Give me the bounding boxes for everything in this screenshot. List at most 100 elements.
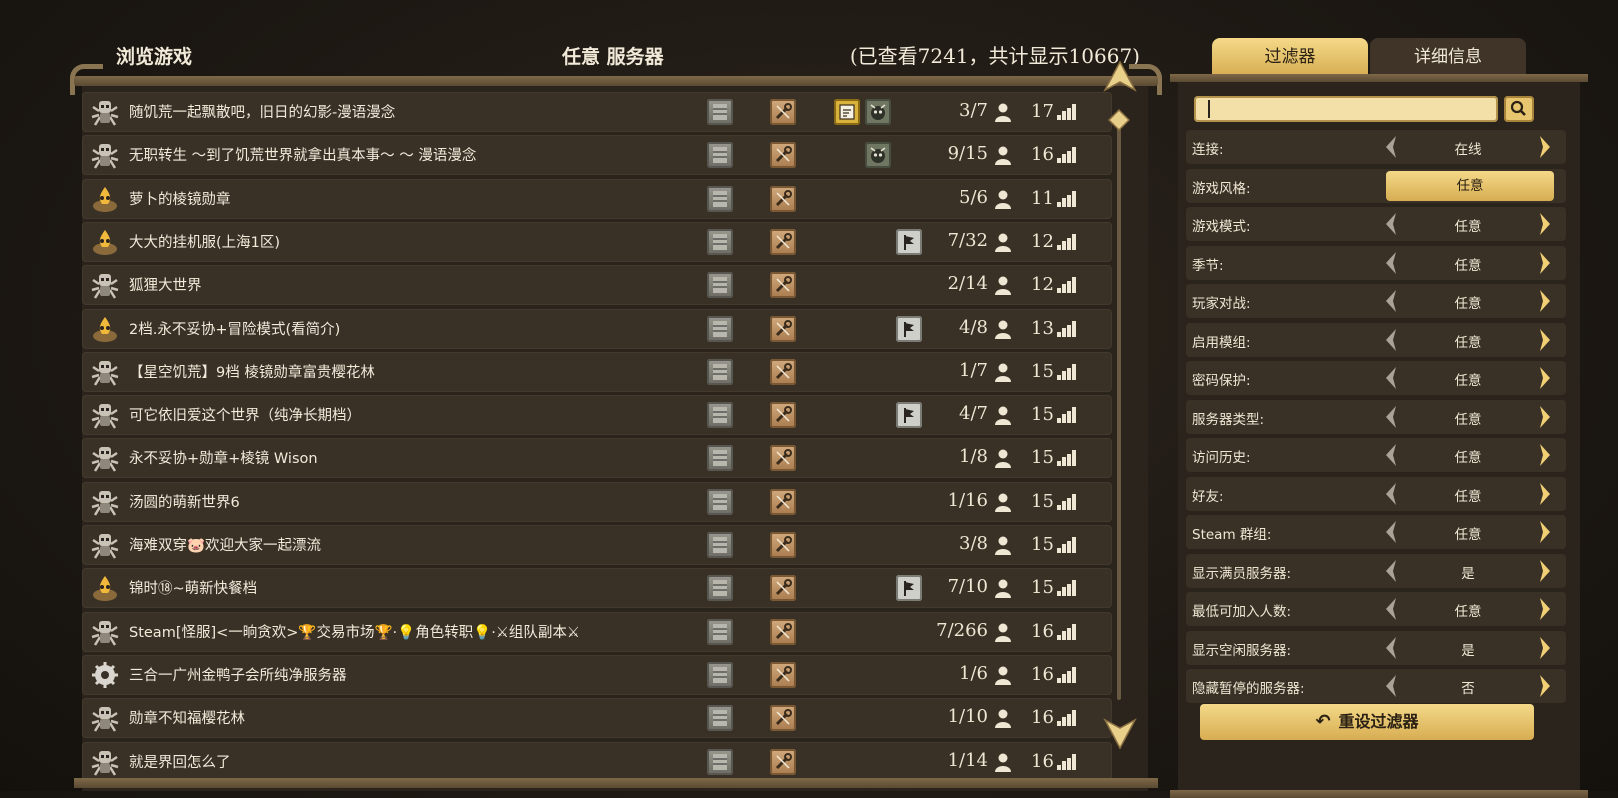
mods-wrench-icon — [770, 705, 796, 732]
arrow-left-icon[interactable] — [1384, 289, 1398, 313]
arrow-right-icon[interactable] — [1538, 520, 1552, 544]
reset-filters-button[interactable]: ↶ 重设过滤器 — [1200, 704, 1534, 740]
filter-value-selector[interactable]: 任意 — [1386, 170, 1554, 201]
server-row[interactable]: 无职转生 ～到了饥荒世界就拿出真本事～ ～ 漫语漫念 9/15 16 — [82, 135, 1112, 176]
arrow-left-icon[interactable] — [1384, 328, 1398, 352]
dedicated-server-icon — [707, 358, 733, 385]
arrow-left-icon[interactable] — [1384, 559, 1398, 583]
filter-row: 游戏模式: 任意 — [1186, 207, 1566, 241]
scroll-up-icon[interactable] — [1103, 60, 1137, 94]
server-days: 13 — [1031, 317, 1054, 339]
search-icon — [1510, 100, 1526, 116]
survival-mode-icon — [834, 99, 860, 125]
arrow-right-icon[interactable] — [1538, 366, 1552, 390]
arrow-right-icon[interactable] — [1538, 443, 1552, 467]
filter-row: 玩家对战: 任意 — [1186, 284, 1566, 318]
filter-value: 任意 — [1454, 219, 1482, 235]
server-days: 15 — [1031, 490, 1054, 512]
server-name: 海难双穿🐷欢迎大家一起漂流 — [129, 538, 322, 554]
dedicated-server-icon — [707, 185, 733, 212]
server-days: 16 — [1031, 663, 1054, 685]
arrow-right-icon[interactable] — [1538, 636, 1552, 660]
server-filter-summary: 任意 服务器 — [562, 46, 664, 68]
server-name: 可它依旧爱这个世界（纯净长期档） — [129, 408, 361, 425]
signal-strength-icon — [1057, 104, 1077, 120]
server-name: 汤圆的萌新世界6 — [129, 494, 240, 511]
scrollbar-thumb[interactable] — [1108, 109, 1130, 131]
tab-details[interactable]: 详细信息 — [1370, 38, 1526, 76]
arrow-left-icon[interactable] — [1384, 366, 1398, 390]
signal-strength-icon — [1057, 320, 1077, 337]
player-count: 1/6 — [959, 662, 988, 684]
arrow-right-icon[interactable] — [1538, 251, 1552, 275]
filter-row: 访问历史: 任意 — [1186, 438, 1566, 472]
arrow-left-icon[interactable] — [1384, 405, 1398, 429]
search-input[interactable] — [1194, 96, 1498, 122]
server-row[interactable]: 锦时⑱~萌新快餐档 7/10 15 — [82, 568, 1112, 609]
arrow-right-icon[interactable] — [1538, 674, 1552, 698]
filter-row: Steam 群组: 任意 — [1186, 515, 1566, 549]
server-days: 11 — [1031, 187, 1054, 209]
search-button[interactable] — [1504, 96, 1534, 122]
server-row[interactable]: 大大的挂机服(上海1区) 7/32 12 — [82, 221, 1112, 262]
arrow-right-icon[interactable] — [1538, 212, 1552, 236]
server-row[interactable]: 海难双穿🐷欢迎大家一起漂流 3/8 15 — [82, 525, 1112, 565]
filter-value: 任意 — [1454, 257, 1482, 274]
filter-label: 隐藏暂停的服务器: — [1192, 681, 1305, 697]
arrow-right-icon[interactable] — [1538, 405, 1552, 429]
arrow-left-icon[interactable] — [1384, 636, 1398, 660]
filter-label: 游戏风格: — [1192, 180, 1251, 197]
filter-value: 任意 — [1454, 411, 1482, 428]
filter-label: 访问历史: — [1192, 450, 1251, 466]
server-row[interactable]: 萝卜的棱镜勋章 5/6 11 — [82, 178, 1112, 219]
arrow-left-icon[interactable] — [1384, 443, 1398, 467]
arrow-right-icon[interactable] — [1538, 559, 1552, 583]
filter-row: 显示满员服务器: 是 — [1186, 553, 1566, 588]
server-row[interactable]: 【星空饥荒】9档 棱镜勋章富贵樱花林 1/7 15 — [82, 351, 1112, 392]
spider-avatar-icon — [90, 97, 120, 127]
server-row[interactable]: 狐狸大世界 2/14 12 — [82, 265, 1112, 306]
server-row[interactable]: 勋章不知福樱花林 1/10 16 — [82, 698, 1112, 739]
mods-wrench-icon — [770, 272, 796, 299]
server-row[interactable]: 三合一广州金鸭子会所纯净服务器 1/6 16 — [82, 654, 1112, 695]
arrow-left-icon[interactable] — [1384, 212, 1398, 236]
arrow-left-icon[interactable] — [1384, 597, 1398, 621]
filter-row: 连接: 在线 — [1186, 130, 1566, 164]
server-row[interactable]: Steam[怪服]<一晌贪欢>🏆交易市场🏆·💡角色转职💡·⚔组队副本⚔ 7/266… — [82, 611, 1112, 652]
arrow-left-icon[interactable] — [1384, 482, 1398, 506]
signal-strength-icon — [1057, 710, 1077, 727]
arrow-left-icon[interactable] — [1384, 520, 1398, 544]
signal-strength-icon — [1057, 623, 1077, 640]
server-list[interactable]: 随饥荒一起飘散吧，旧日的幻影-漫语漫念 3/7 17 无职转生 ～到了饥荒世界就拿出真… — [82, 86, 1148, 791]
filter-panel: 过滤器 详细信息 连接: 在线 游戏风格: 任意 游戏模式: 任意 季节: 任意 玩家对战: 任意… — [1170, 38, 1588, 798]
server-days: 16 — [1031, 620, 1054, 642]
arrow-right-icon[interactable] — [1538, 482, 1552, 506]
filter-row: 季节: 任意 — [1186, 245, 1566, 280]
arrow-left-icon[interactable] — [1384, 251, 1398, 275]
player-count: 5/6 — [959, 186, 988, 208]
server-row[interactable]: 永不妥协+勋章+棱镜 Wison 1/8 15 — [82, 438, 1112, 479]
player-icon — [994, 102, 1012, 122]
server-row[interactable]: 2档.永不妥协+冒险模式(看简介) 4/8 13 — [82, 308, 1112, 349]
server-row[interactable]: 汤圆的萌新世界6 1/16 15 — [82, 481, 1112, 522]
arrow-right-icon[interactable] — [1538, 328, 1552, 352]
scrollbar-track[interactable] — [1117, 118, 1121, 700]
mods-wrench-icon — [770, 315, 796, 342]
arrow-right-icon[interactable] — [1538, 135, 1552, 159]
server-row[interactable]: 可它依旧爱这个世界（纯净长期档） 4/7 15 — [82, 395, 1112, 436]
filter-label: Steam 群组: — [1192, 527, 1272, 543]
server-row[interactable]: 随饥荒一起飘散吧，旧日的幻影-漫语漫念 3/7 17 — [82, 92, 1112, 132]
reset-filters-label: 重设过滤器 — [1338, 712, 1419, 731]
scroll-down-icon[interactable] — [1103, 716, 1137, 750]
filter-value: 任意 — [1454, 527, 1482, 543]
server-days: 16 — [1031, 144, 1054, 166]
mods-wrench-icon — [770, 748, 796, 775]
server-row[interactable]: 就是界回怎么了 1/14 16 — [82, 741, 1112, 782]
arrow-right-icon[interactable] — [1538, 289, 1552, 313]
arrow-left-icon[interactable] — [1384, 674, 1398, 698]
filter-value: 否 — [1461, 681, 1475, 697]
arrow-right-icon[interactable] — [1538, 597, 1552, 621]
arrow-left-icon[interactable] — [1384, 135, 1398, 159]
pvp-flag-icon — [896, 228, 922, 255]
tab-filters[interactable]: 过滤器 — [1212, 38, 1368, 76]
